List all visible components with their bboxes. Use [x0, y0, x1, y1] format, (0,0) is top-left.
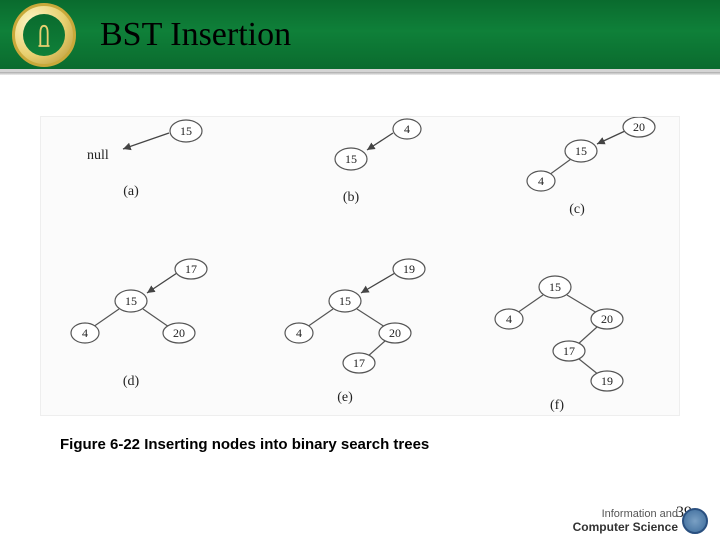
panel-label: (d) — [123, 374, 140, 389]
node-rlr: 19 — [601, 374, 613, 388]
footer-line2: Computer Science — [573, 520, 678, 534]
footer-logo: Information and Computer Science — [573, 508, 708, 534]
panel-d: 15 4 20 17 (d) — [51, 257, 251, 407]
panel-label: (e) — [337, 390, 353, 405]
node-left: 4 — [506, 312, 512, 326]
node-value: 15 — [180, 124, 192, 138]
node-root: 15 — [125, 294, 137, 308]
node-left: 4 — [296, 326, 302, 340]
node-new: 17 — [185, 262, 197, 276]
slide-header: BST Insertion — [0, 0, 720, 72]
node-right: 20 — [389, 326, 401, 340]
ics-mark-icon — [682, 508, 708, 534]
panel-label: (f) — [550, 398, 564, 413]
node-right: 20 — [601, 312, 613, 326]
university-logo — [12, 3, 76, 67]
logo-inner — [23, 14, 65, 56]
footer-line1: Information and — [573, 508, 678, 520]
node-root: 15 — [549, 280, 561, 294]
node-new: 4 — [404, 122, 410, 136]
node-rl: 17 — [353, 356, 365, 370]
panel-label: (a) — [123, 184, 139, 199]
node-new: 19 — [403, 262, 415, 276]
panel-label: (b) — [343, 190, 360, 205]
figure-caption: Figure 6-22 Inserting nodes into binary … — [60, 436, 429, 453]
panel-a: null 15 (a) — [51, 117, 241, 207]
panel-b: 15 4 (b) — [259, 117, 449, 217]
slide-title: BST Insertion — [100, 16, 291, 54]
node-left: 4 — [538, 174, 544, 188]
node-new: 20 — [633, 120, 645, 134]
figure-area: null 15 (a) 15 4 (b) 15 4 20 (c) — [40, 116, 680, 416]
panel-label: (c) — [569, 202, 585, 217]
node-root: 15 — [575, 144, 587, 158]
node-left: 4 — [82, 326, 88, 340]
node-right: 20 — [173, 326, 185, 340]
node-rl: 17 — [563, 344, 575, 358]
node-root: 15 — [339, 294, 351, 308]
panel-f: 15 4 20 17 19 (f) — [477, 257, 687, 427]
panel-c: 15 4 20 (c) — [477, 117, 677, 227]
lamp-icon — [33, 22, 55, 48]
null-text: null — [87, 148, 109, 163]
panel-e: 15 4 20 17 19 (e) — [259, 257, 469, 417]
node-root: 15 — [345, 152, 357, 166]
